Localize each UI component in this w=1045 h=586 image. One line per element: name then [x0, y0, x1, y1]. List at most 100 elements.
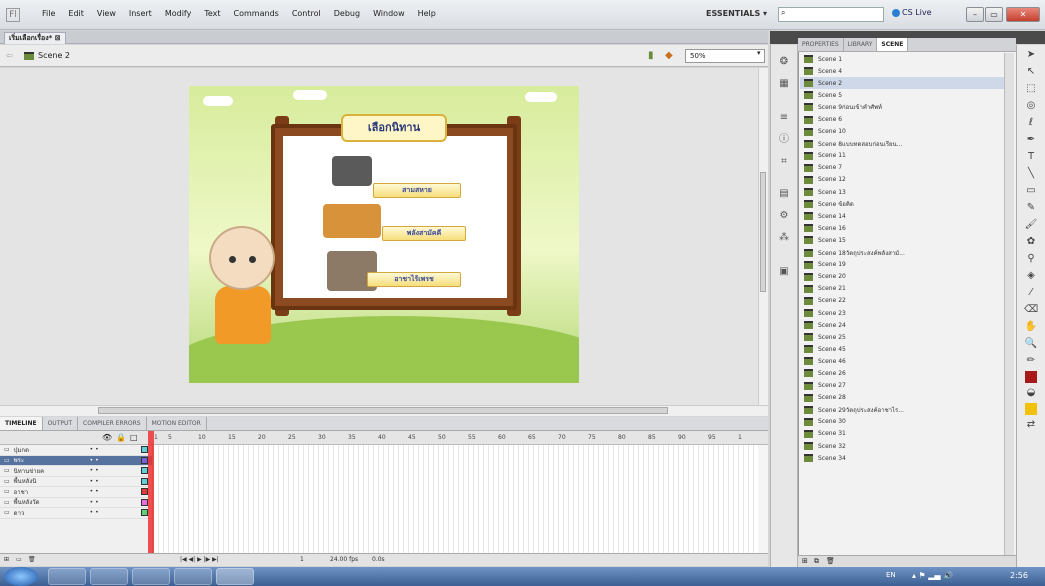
frame-ruler[interactable]: 1 5 10 15 20 25 30 35 40 45 50 55 60 65 70 75 80 85 90 95 1 — [154, 431, 758, 445]
eyedropper-tool-icon[interactable]: ⁄ — [1024, 286, 1038, 300]
layer-row[interactable]: ▭ พระ • • — [0, 455, 152, 466]
zoom-dropdown-icon[interactable]: ▾ — [757, 49, 761, 57]
menu-file[interactable]: File — [42, 9, 55, 18]
layer-visibility-lock-dots[interactable]: • • — [90, 457, 99, 464]
panel-tab-properties[interactable]: PROPERTIES — [798, 38, 844, 51]
scene-list-item[interactable]: Scene 5 — [800, 89, 1004, 101]
stage-canvas[interactable]: เลือกนิทาน สามสหาย พลังสามัคคี อาชาไร้เพ… — [189, 86, 579, 383]
menu-insert[interactable]: Insert — [129, 9, 152, 18]
explorer-taskbar-icon[interactable] — [90, 568, 128, 585]
3d-rotation-tool-icon[interactable]: ◎ — [1024, 99, 1038, 113]
stage-horizontal-scroll-thumb[interactable] — [98, 407, 668, 414]
free-transform-tool-icon[interactable]: ⬚ — [1024, 82, 1038, 96]
scene-list-item[interactable]: Scene 6 — [800, 113, 1004, 125]
text-tool-icon[interactable]: T — [1024, 150, 1038, 164]
layer-outline-color[interactable] — [141, 498, 148, 506]
edit-symbol-icon[interactable]: ◆ — [665, 50, 673, 61]
tale-1-image[interactable] — [332, 156, 372, 186]
scene-list-item[interactable]: Scene 1 — [800, 53, 1004, 65]
scene-list-item[interactable]: Scene 16 — [800, 222, 1004, 234]
layer-visibility-lock-dots[interactable]: • • — [90, 499, 99, 506]
lasso-tool-icon[interactable]: ℓ — [1024, 116, 1038, 130]
tale-1-button[interactable]: สามสหาย — [373, 183, 461, 198]
align-icon[interactable]: ≡ — [777, 111, 791, 125]
layer-outline-color[interactable] — [141, 509, 148, 517]
scene-list-item[interactable]: Scene 32 — [800, 440, 1004, 452]
fill-color-swatch[interactable] — [1025, 403, 1037, 415]
scene-list-item[interactable]: Scene 18วัตถุประสงค์พลังสามั... — [800, 247, 1004, 259]
delete-scene-icon[interactable]: 🗑 — [826, 557, 835, 565]
close-button[interactable]: ✕ — [1006, 7, 1040, 22]
layer-outline-color[interactable] — [141, 477, 148, 485]
deco-tool-icon[interactable]: ✿ — [1024, 235, 1038, 249]
start-button[interactable] — [4, 567, 38, 586]
layer-visibility-lock-dots[interactable]: • • — [90, 509, 99, 516]
scene-list-item[interactable]: Scene 11 — [800, 150, 1004, 162]
layer-visibility-lock-dots[interactable]: • • — [90, 446, 99, 453]
scene-list-item[interactable]: Scene 2 — [800, 77, 1004, 90]
playhead[interactable] — [148, 431, 154, 553]
show-hide-layers-icon[interactable]: 👁 — [102, 433, 112, 442]
scene-list-item[interactable]: Scene 8แบบทดสอบก่อนเรียน... — [800, 138, 1004, 150]
code-snippets-icon[interactable]: ▤ — [777, 187, 791, 201]
timeline-tab-output[interactable]: OUTPUT — [43, 417, 79, 430]
tale-2-image[interactable] — [323, 204, 381, 238]
layer-outline-color[interactable] — [141, 456, 148, 464]
timeline-tab-motion-editor[interactable]: MOTION EDITOR — [147, 417, 207, 430]
panel-tab-library[interactable]: LIBRARY — [844, 38, 878, 51]
scene-list-item[interactable]: Scene 27 — [800, 380, 1004, 392]
minimize-button[interactable]: – — [966, 7, 984, 22]
scene-list-item[interactable]: Scene 46 — [800, 355, 1004, 367]
panel-tab-scene[interactable]: SCENE — [877, 38, 909, 51]
scene-list-item[interactable]: Scene ข้อคิด — [800, 198, 1004, 210]
pen-tool-icon[interactable]: ✒ — [1024, 133, 1038, 147]
scene-list-item[interactable]: Scene 21 — [800, 283, 1004, 295]
swatches-icon[interactable]: ▦ — [777, 77, 791, 91]
layer-row[interactable]: ▭ ดาว • • — [0, 508, 152, 519]
hand-tool-icon[interactable]: ✋ — [1024, 320, 1038, 334]
layer-outline-color[interactable] — [141, 446, 148, 454]
layer-visibility-lock-dots[interactable]: • • — [90, 488, 99, 495]
menu-modify[interactable]: Modify — [165, 9, 192, 18]
scene-list-item[interactable]: Scene 45 — [800, 343, 1004, 355]
layer-row[interactable]: ▭ พื้นหลังวัด • • — [0, 498, 152, 508]
zoom-tool-icon[interactable]: 🔍 — [1024, 337, 1038, 351]
workspace-switcher[interactable]: ESSENTIALS ▾ — [706, 9, 767, 18]
scene-list-item[interactable]: Scene 29วัตถุประสงค์อาชาไร... — [800, 404, 1004, 416]
cs-live-button[interactable]: CS Live — [892, 8, 932, 17]
new-folder-icon[interactable]: ▭ — [16, 556, 22, 563]
scene-list-item[interactable]: Scene 22 — [800, 295, 1004, 307]
scene-list-item[interactable]: Scene 20 — [800, 271, 1004, 283]
scene-list-scrollbar[interactable] — [1004, 53, 1014, 555]
scene-list-item[interactable]: Scene 34 — [800, 452, 1004, 464]
close-tab-icon[interactable]: ⊠ — [55, 34, 61, 42]
layer-visibility-lock-dots[interactable]: • • — [90, 467, 99, 474]
scene-list-item[interactable]: Scene 23 — [800, 307, 1004, 319]
outline-layers-icon[interactable]: □ — [130, 433, 138, 442]
scene-list-item[interactable]: Scene 14 — [800, 210, 1004, 222]
stroke-color-swatch[interactable] — [1025, 371, 1037, 383]
maximize-button[interactable]: ▭ — [985, 7, 1003, 22]
playback-controls[interactable]: |◀ ◀| ▶ |▶ ▶| — [180, 556, 219, 563]
scene-list-item[interactable]: Scene 25 — [800, 331, 1004, 343]
scene-list-item[interactable]: Scene 12 — [800, 174, 1004, 186]
scene-list-item[interactable]: Scene 26 — [800, 367, 1004, 379]
layer-row[interactable]: ▭ ปุ่มกด • • — [0, 445, 152, 456]
pencil-tool-icon[interactable]: ✎ — [1024, 201, 1038, 215]
layer-visibility-lock-dots[interactable]: • • — [90, 478, 99, 485]
scene-list-item[interactable]: Scene 15 — [800, 234, 1004, 246]
fill-color-icon[interactable]: ◒ — [1024, 386, 1038, 400]
selection-tool-icon[interactable]: ➤ — [1024, 48, 1038, 62]
timeline-tab-timeline[interactable]: TIMELINE — [0, 417, 43, 430]
add-scene-icon[interactable]: ⊞ — [802, 557, 808, 565]
scene-list-item[interactable]: Scene 9ก่อนเข้าคำศัพท์ — [800, 101, 1004, 113]
edit-scene-icon[interactable]: ▮ — [648, 50, 654, 61]
swap-colors-icon[interactable]: ⇄ — [1024, 418, 1038, 432]
frame-rate[interactable]: 24.00 fps — [330, 556, 358, 563]
layer-row[interactable]: ▭ พื้นหลังนิ • • — [0, 477, 152, 487]
ie-taskbar-icon[interactable] — [48, 568, 86, 585]
scene-list-item[interactable]: Scene 4 — [800, 65, 1004, 77]
scene-list-item[interactable]: Scene 7 — [800, 162, 1004, 174]
help-search-input[interactable]: ⌕ — [778, 7, 884, 22]
zoom-select[interactable]: 50% — [685, 49, 765, 63]
